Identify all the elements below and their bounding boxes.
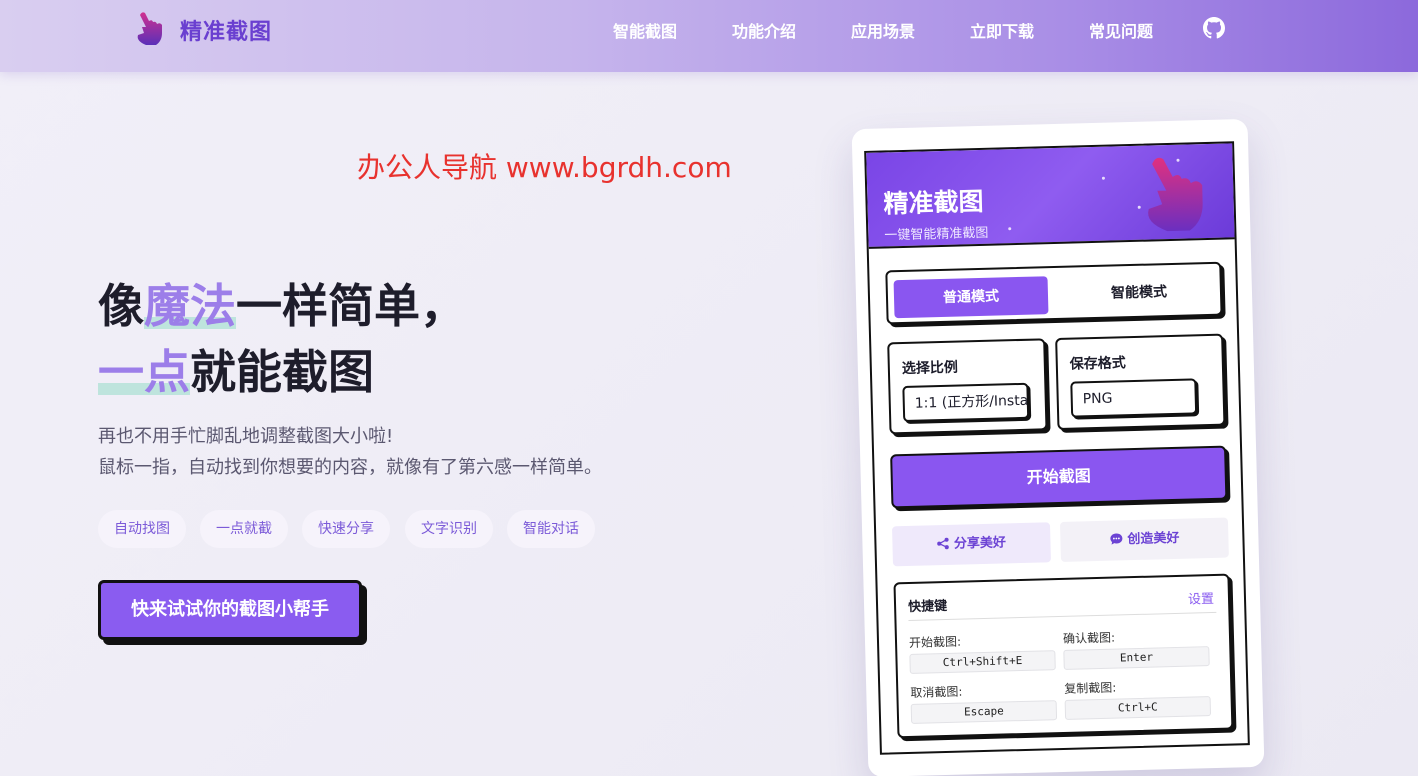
shortcut-label: 复制截图: <box>1064 680 1117 696</box>
feature-tag: 智能对话 <box>507 510 595 548</box>
feature-tag: 文字识别 <box>405 510 493 548</box>
hero-title-post: 一样简单， <box>236 279 466 333</box>
shortcuts-settings-link[interactable]: 设置 <box>1188 588 1214 608</box>
shortcut-key[interactable]: Ctrl+C <box>1064 696 1212 720</box>
format-option: 保存格式 PNG <box>1055 333 1226 431</box>
hero-title-pre: 像 <box>98 279 144 333</box>
feature-tag: 自动找图 <box>98 510 186 548</box>
try-now-button[interactable]: 快来试试你的截图小帮手 <box>98 580 362 640</box>
share-button[interactable]: 分享美好 <box>891 522 1051 567</box>
mode-switch: 普通模式 智能模式 <box>885 261 1223 325</box>
format-select[interactable]: PNG <box>1070 378 1198 418</box>
app-preview-title: 精准截图 <box>883 186 984 219</box>
nav-faq[interactable]: 常见问题 <box>1089 18 1153 42</box>
shortcut-label: 确认截图: <box>1062 630 1116 646</box>
start-screenshot-button[interactable]: 开始截图 <box>890 445 1228 509</box>
feature-tag: 快速分享 <box>302 510 390 548</box>
app-preview-window: 精准截图 一键智能精准截图 普通模式 智能模式 选择比例 1:1 (正方形/In… <box>864 141 1250 755</box>
hero-title-line2-post: 就能截图 <box>190 345 374 399</box>
create-button[interactable]: 创造美好 <box>1059 517 1229 562</box>
pointer-hand-logo-icon[interactable] <box>134 11 166 47</box>
app-preview-subtitle: 一键智能精准截图 <box>884 225 989 244</box>
chat-bubble-icon <box>1110 533 1123 545</box>
create-label: 创造美好 <box>1127 530 1180 548</box>
ratio-select[interactable]: 1:1 (正方形/Insta <box>902 382 1030 423</box>
share-label: 分享美好 <box>953 535 1007 552</box>
hero-title-line2: 一点就能截图 <box>98 336 374 402</box>
format-label: 保存格式 <box>1069 355 1127 373</box>
nav-features[interactable]: 功能介绍 <box>732 18 796 42</box>
github-icon[interactable] <box>1203 17 1225 39</box>
shortcut-label: 取消截图: <box>910 684 963 700</box>
brand-name[interactable]: 精准截图 <box>180 14 272 46</box>
shortcut-key[interactable]: Escape <box>910 700 1058 724</box>
pointer-hand-icon <box>1148 157 1203 232</box>
hero-description-1: 再也不用手忙脚乱地调整截图大小啦! <box>98 426 394 447</box>
ratio-label: 选择比例 <box>901 359 959 378</box>
ratio-option: 选择比例 1:1 (正方形/Insta <box>887 338 1048 435</box>
shortcuts-panel: 快捷键 设置 开始截图: Ctrl+Shift+E 确认截图: Enter 取消… <box>893 573 1234 739</box>
hero-title-line1: 像魔法一样简单， <box>98 270 466 336</box>
shortcuts-title: 快捷键 <box>907 598 948 615</box>
nav-smart-screenshot[interactable]: 智能截图 <box>613 18 677 42</box>
hero-title-accent-magic: 魔法 <box>144 279 236 333</box>
watermark-text: 办公人导航 www.bgrdh.com <box>357 151 732 184</box>
share-icon <box>937 537 950 550</box>
shortcut-label: 开始截图: <box>908 634 962 650</box>
mode-smart-tab[interactable]: 智能模式 <box>1063 272 1214 314</box>
nav-download[interactable]: 立即下载 <box>970 18 1034 42</box>
app-preview-card: 精准截图 一键智能精准截图 普通模式 智能模式 选择比例 1:1 (正方形/In… <box>851 118 1265 776</box>
hero-title-accent-one-click: 一点 <box>98 345 190 399</box>
shortcut-key[interactable]: Enter <box>1063 646 1210 670</box>
divider <box>908 611 1217 621</box>
nav-use-cases[interactable]: 应用场景 <box>851 18 915 42</box>
shortcut-key[interactable]: Ctrl+Shift+E <box>909 650 1056 674</box>
hero-description-2: 鼠标一指，自动找到你想要的内容，就像有了第六感一样简单。 <box>98 457 602 478</box>
feature-tag: 一点就截 <box>200 510 288 548</box>
mode-normal-tab[interactable]: 普通模式 <box>893 276 1049 319</box>
app-preview-header: 精准截图 一键智能精准截图 <box>866 143 1239 249</box>
top-nav: 精准截图 智能截图 功能介绍 应用场景 立即下载 常见问题 <box>0 0 1418 72</box>
